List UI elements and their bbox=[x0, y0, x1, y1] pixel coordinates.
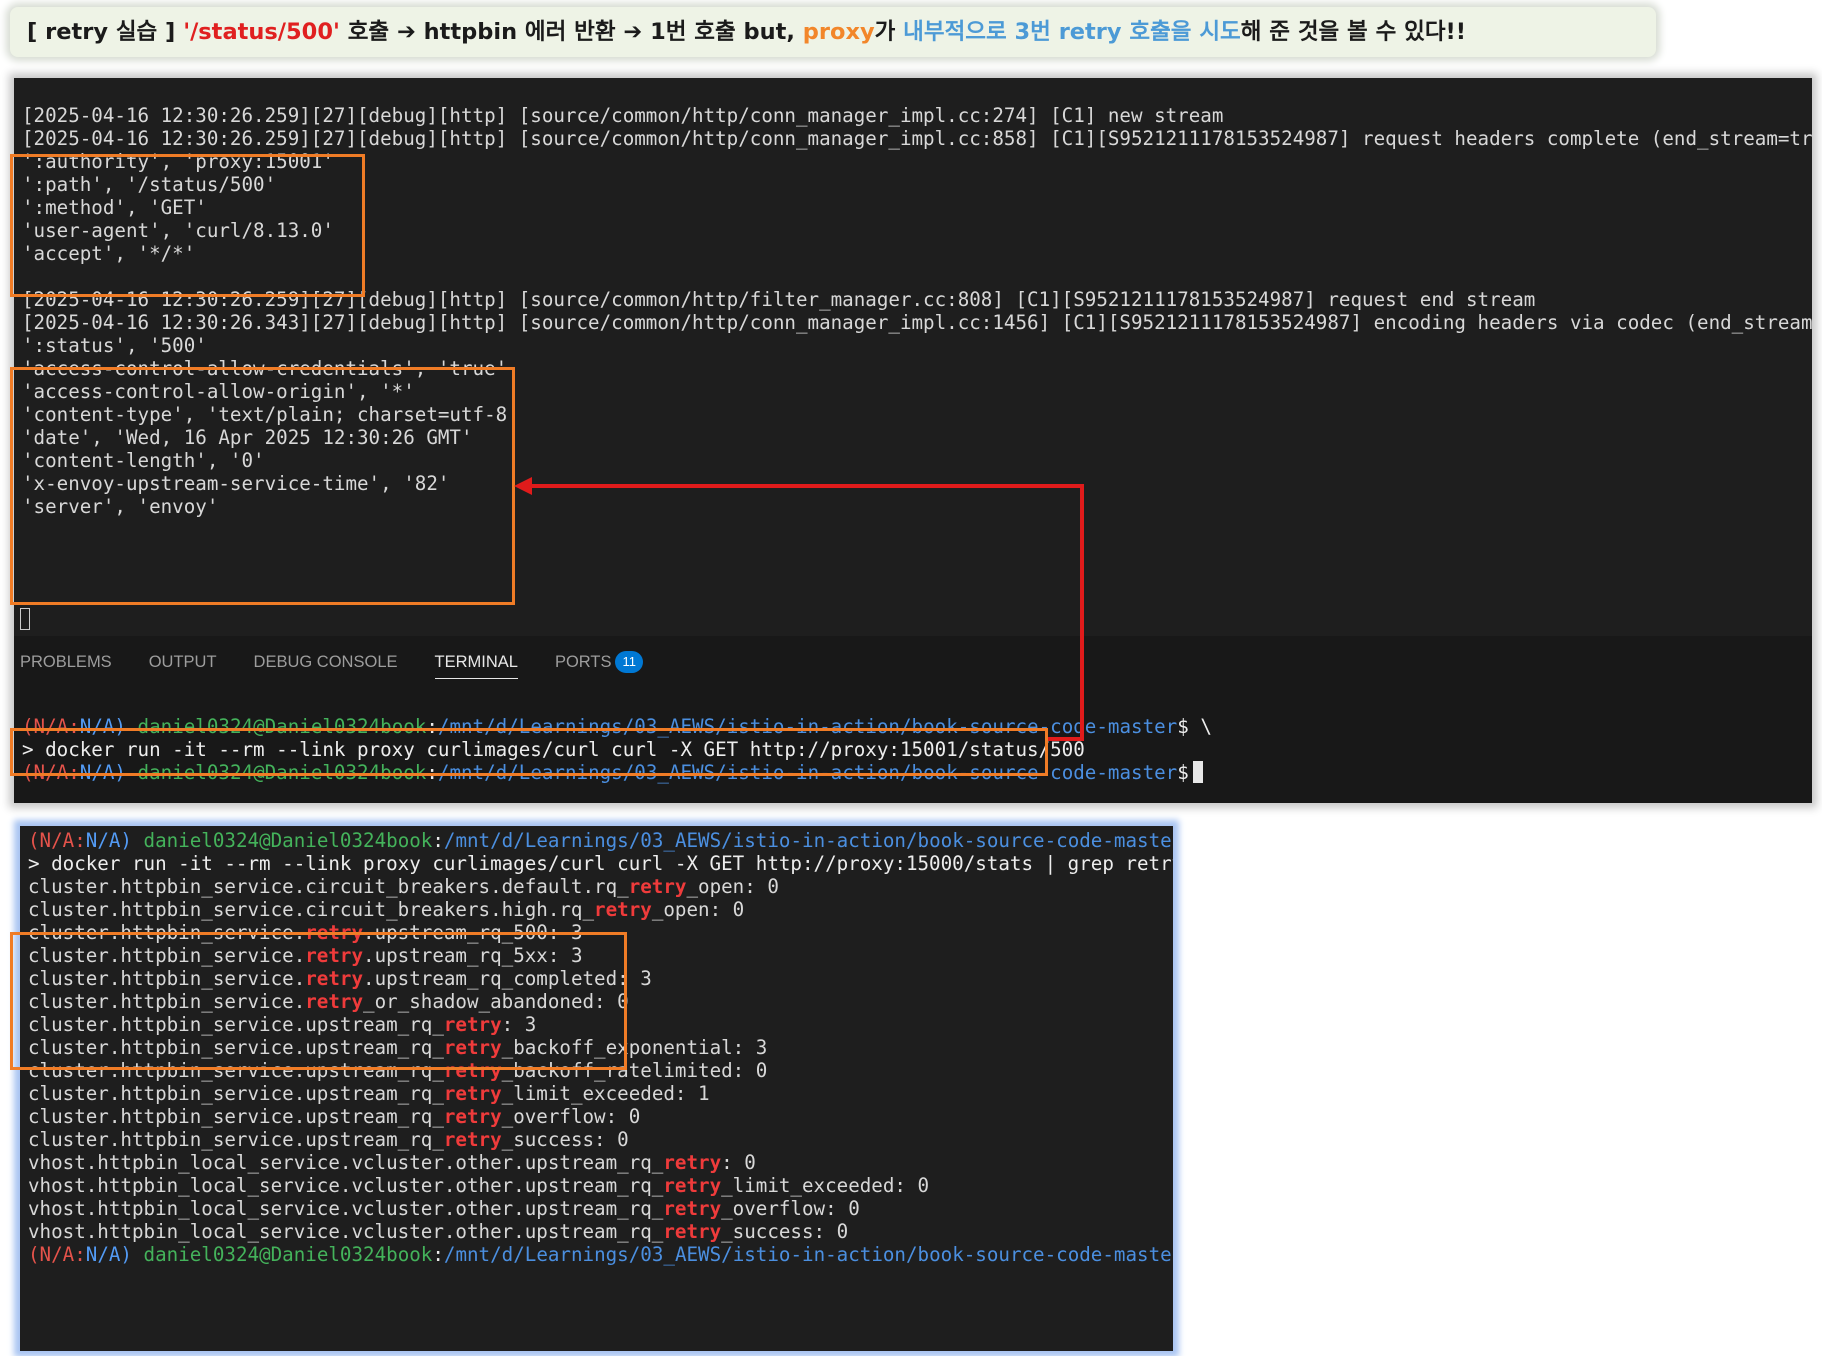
stat-line: cluster.httpbin_service.upstream_rq_retr… bbox=[28, 1082, 710, 1106]
prompt-colon: : bbox=[432, 1243, 444, 1266]
prompt-dollar: $ bbox=[1177, 715, 1189, 738]
response-headers-highlight bbox=[10, 367, 515, 605]
stat-keyword: retry bbox=[443, 1105, 502, 1128]
prompt-colon: : bbox=[432, 829, 444, 852]
prompt-na: (N/A: bbox=[28, 829, 86, 852]
stat-suffix: _overflow: 0 bbox=[501, 1105, 641, 1128]
stat-line: vhost.httpbin_local_service.vcluster.oth… bbox=[28, 1151, 756, 1175]
arrow-line bbox=[530, 484, 1084, 741]
stat-line: cluster.httpbin_service.circuit_breakers… bbox=[28, 898, 744, 922]
caption-banner: [ retry 실습 ] '/status/500' 호출 ➔ httpbin … bbox=[10, 7, 1656, 57]
prompt-na: N/A) bbox=[85, 1243, 132, 1266]
stat-prefix: vhost.httpbin_local_service.vcluster.oth… bbox=[28, 1197, 664, 1220]
stat-line: vhost.httpbin_local_service.vcluster.oth… bbox=[28, 1174, 929, 1198]
stat-line: cluster.httpbin_service.upstream_rq_retr… bbox=[28, 1128, 629, 1152]
stat-prefix: vhost.httpbin_local_service.vcluster.oth… bbox=[28, 1174, 664, 1197]
prompt-path: /mnt/d/Learnings/03_AEWS/istio-in-action… bbox=[443, 829, 1173, 852]
stat-suffix: _success: 0 bbox=[721, 1220, 849, 1243]
stat-suffix: : 0 bbox=[721, 1151, 756, 1174]
stats-terminal-window: (N/A:N/A) daniel0324@Daniel0324book:/mnt… bbox=[20, 826, 1173, 1351]
banner-path: '/status/500' bbox=[183, 19, 340, 45]
prompt-line: (N/A:N/A) daniel0324@Daniel0324book:/mnt… bbox=[28, 829, 1173, 853]
tab-terminal[interactable]: TERMINAL bbox=[434, 645, 519, 679]
prompt-na: N/A) bbox=[85, 829, 132, 852]
stat-keyword: retry bbox=[663, 1220, 722, 1243]
tab-output[interactable]: OUTPUT bbox=[149, 645, 217, 679]
stat-line: cluster.httpbin_service.circuit_breakers… bbox=[28, 875, 779, 899]
stat-prefix: vhost.httpbin_local_service.vcluster.oth… bbox=[28, 1220, 664, 1243]
stat-keyword: retry bbox=[443, 1082, 502, 1105]
stat-keyword: retry bbox=[663, 1151, 722, 1174]
terminal-cursor bbox=[20, 608, 30, 630]
stat-prefix: cluster.httpbin_service.upstream_rq_ bbox=[28, 1105, 444, 1128]
stat-suffix: _limit_exceeded: 0 bbox=[721, 1174, 930, 1197]
banner-text-4: 해 준 것을 볼 수 있다!! bbox=[1240, 19, 1467, 45]
stat-keyword: retry bbox=[663, 1174, 722, 1197]
stat-prefix: cluster.httpbin_service.circuit_breakers… bbox=[28, 875, 629, 898]
stat-line: vhost.httpbin_local_service.vcluster.oth… bbox=[28, 1197, 860, 1221]
arrow-head bbox=[514, 477, 532, 495]
prompt-dollar: $ bbox=[1177, 761, 1189, 784]
banner-highlight: 내부적으로 3번 retry 호출을 시도 bbox=[903, 19, 1241, 45]
stat-keyword: retry bbox=[628, 875, 687, 898]
prompt-user: daniel0324@Daniel0324book bbox=[143, 1243, 433, 1266]
stat-suffix: _overflow: 0 bbox=[721, 1197, 860, 1220]
arrow-connector bbox=[514, 477, 1084, 741]
stat-keyword: retry bbox=[594, 898, 652, 921]
stat-keyword: retry bbox=[663, 1197, 722, 1220]
stat-suffix: _success: 0 bbox=[501, 1128, 629, 1151]
tab-problems[interactable]: PROBLEMS bbox=[20, 645, 112, 679]
stat-prefix: cluster.httpbin_service.upstream_rq_ bbox=[28, 1128, 444, 1151]
prompt-path: /mnt/d/Learnings/03_AEWS/istio-in-action… bbox=[443, 1243, 1173, 1266]
stat-line: cluster.httpbin_service.upstream_rq_retr… bbox=[28, 1105, 640, 1129]
stat-prefix: vhost.httpbin_local_service.vcluster.oth… bbox=[28, 1151, 664, 1174]
input-cursor bbox=[1192, 761, 1203, 783]
stat-prefix: cluster.httpbin_service.upstream_rq_ bbox=[28, 1082, 444, 1105]
request-headers-highlight bbox=[10, 154, 365, 297]
log-line: [2025-04-16 12:30:26.259][27][debug][htt… bbox=[22, 127, 1812, 150]
log-line: ':status', '500' bbox=[22, 334, 207, 357]
banner-proxy: proxy bbox=[802, 19, 875, 45]
stat-suffix: _open: 0 bbox=[686, 875, 779, 898]
command-line: > docker run -it --rm --link proxy curli… bbox=[28, 852, 1173, 875]
banner-text-1: [ retry 실습 ] bbox=[27, 19, 184, 45]
stat-keyword: retry bbox=[443, 1128, 502, 1151]
log-line: [2025-04-16 12:30:26.343][27][debug][htt… bbox=[22, 311, 1812, 334]
prompt-line[interactable]: (N/A:N/A) daniel0324@Daniel0324book:/mnt… bbox=[28, 1243, 1173, 1267]
stat-line: vhost.httpbin_local_service.vcluster.oth… bbox=[28, 1220, 848, 1244]
prompt-continuation: \ bbox=[1188, 715, 1212, 738]
banner-text-2: 호출 ➔ httpbin 에러 반환 ➔ 1번 호출 but, bbox=[339, 19, 803, 45]
retry-stats-highlight bbox=[10, 932, 627, 1070]
prompt-na: (N/A: bbox=[28, 1243, 86, 1266]
prompt-user: daniel0324@Daniel0324book bbox=[143, 829, 433, 852]
stat-suffix: _limit_exceeded: 1 bbox=[501, 1082, 710, 1105]
stat-suffix: _open: 0 bbox=[651, 898, 745, 921]
banner-text-3: 가 bbox=[874, 19, 904, 45]
log-line: [2025-04-16 12:30:26.259][27][debug][htt… bbox=[22, 104, 1224, 127]
stat-prefix: cluster.httpbin_service.circuit_breakers… bbox=[28, 898, 595, 921]
tab-debug-console[interactable]: DEBUG CONSOLE bbox=[254, 645, 398, 679]
